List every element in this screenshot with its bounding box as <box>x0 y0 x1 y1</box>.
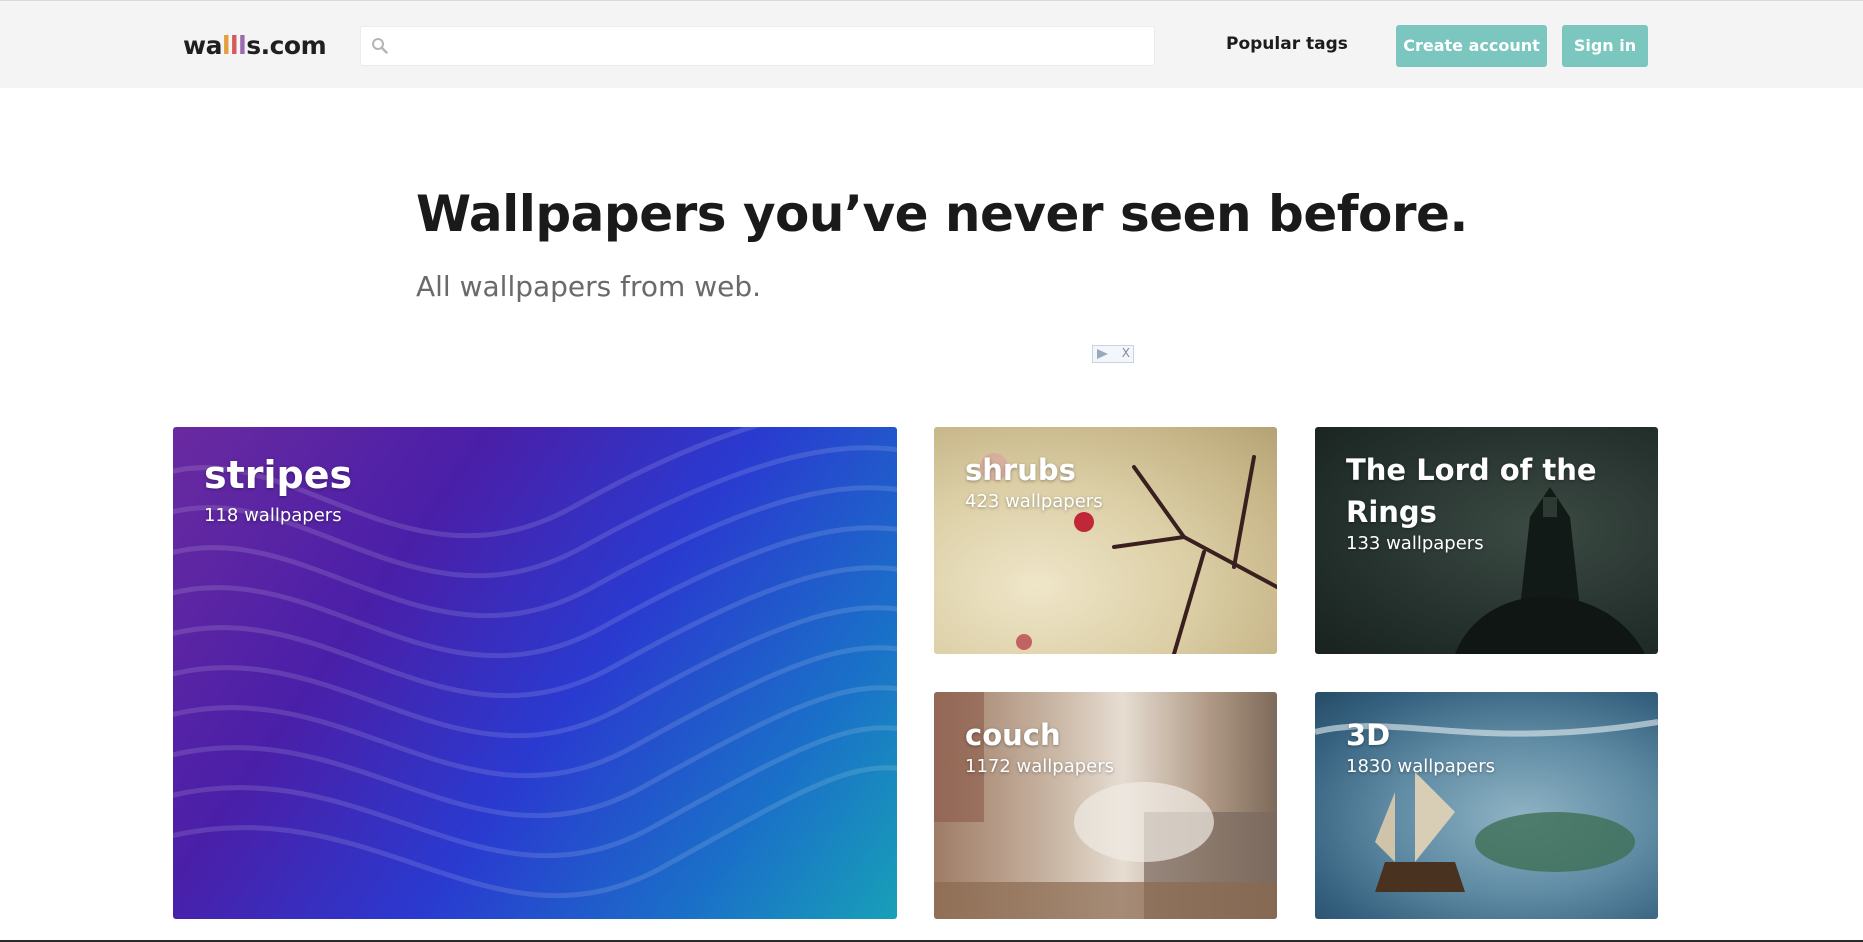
hero-subtitle: All wallpapers from web. <box>416 270 762 303</box>
sign-in-button[interactable]: Sign in <box>1562 25 1648 67</box>
logo-letter-1: l <box>221 31 231 60</box>
tag-count: 423 wallpapers <box>965 491 1103 512</box>
tag-tile-shrubs[interactable]: shrubs 423 wallpapers <box>934 427 1277 654</box>
tag-count: 1172 wallpapers <box>965 756 1115 777</box>
tag-name: couch <box>965 718 1061 752</box>
popular-tags-link[interactable]: Popular tags <box>1226 34 1348 54</box>
create-account-button[interactable]: Create account <box>1396 25 1547 67</box>
tag-tile-stripes[interactable]: stripes 118 wallpapers <box>173 427 897 919</box>
tag-count: 118 wallpapers <box>204 505 342 526</box>
ad-play-icon <box>1097 349 1108 359</box>
tag-tile-couch[interactable]: couch 1172 wallpapers <box>934 692 1277 919</box>
tag-name: shrubs <box>965 453 1076 487</box>
tag-count: 1830 wallpapers <box>1346 756 1496 777</box>
logo-letter-3: l <box>238 31 247 60</box>
ad-choices-badge[interactable]: X <box>1092 345 1134 363</box>
ad-close-icon[interactable]: X <box>1122 346 1130 360</box>
tag-name: 3D <box>1346 718 1391 752</box>
tag-tile-lord-of-the-rings[interactable]: The Lord of the Rings 133 wallpapers <box>1315 427 1658 654</box>
logo-text-suffix: s.com <box>246 31 327 60</box>
tag-name: The Lord of the Rings <box>1346 453 1597 529</box>
tag-count: 133 wallpapers <box>1346 533 1484 554</box>
tag-name: stripes <box>204 453 353 497</box>
site-logo[interactable]: wallls.com <box>183 31 327 60</box>
hero-title: Wallpapers you’ve never seen before. <box>416 185 1468 243</box>
search-input[interactable] <box>397 27 1141 67</box>
search-icon <box>372 38 388 54</box>
search-box[interactable] <box>360 26 1155 67</box>
tag-tile-3d[interactable]: 3D 1830 wallpapers <box>1315 692 1658 919</box>
top-bar: wallls.com Popular tags Create account S… <box>0 0 1863 88</box>
logo-text-prefix: wa <box>183 31 222 60</box>
logo-letter-2: l <box>230 31 239 60</box>
stripes-wave-pattern <box>173 427 897 899</box>
